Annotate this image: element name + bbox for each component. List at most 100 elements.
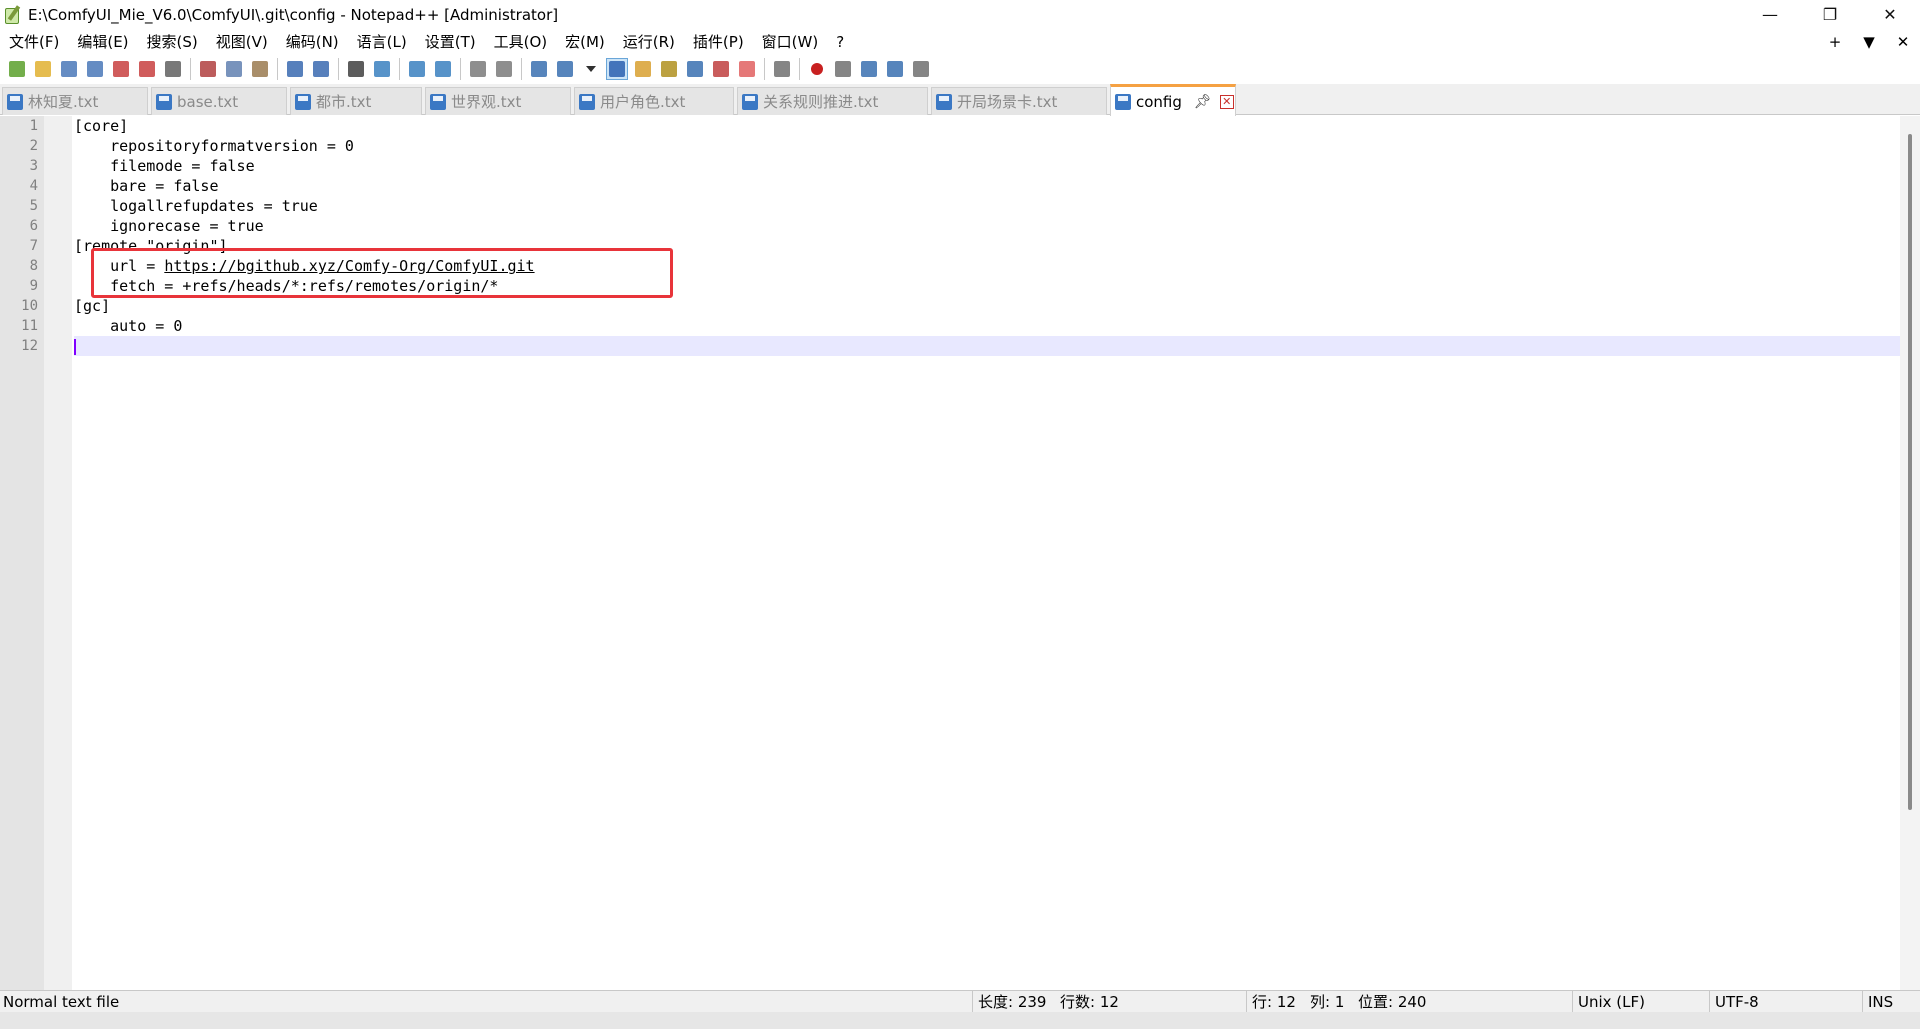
tab-config[interactable]: config 📌︎ ✕ (1110, 84, 1236, 116)
toolbar-separator (799, 58, 800, 80)
line-number-gutter: 1 2 3 4 5 6 7 8 9 10 11 12 (0, 116, 72, 990)
fold-margin[interactable] (44, 116, 72, 990)
new-tab-button[interactable]: + (1818, 33, 1852, 51)
menu-macro[interactable]: 宏(M) (556, 31, 614, 52)
copy-icon-glyph (226, 61, 242, 77)
new-file-icon[interactable] (6, 58, 28, 80)
word-wrap-icon[interactable] (528, 58, 550, 80)
close-icon[interactable] (110, 58, 132, 80)
find-icon-glyph (348, 61, 364, 77)
pin-icon[interactable]: 📌︎ (1194, 94, 1212, 110)
line-number: 11 (21, 318, 38, 334)
tab-label: 开局场景卡.txt (957, 93, 1058, 111)
save-macro-icon[interactable] (910, 58, 932, 80)
menu-edit[interactable]: 编辑(E) (68, 31, 137, 52)
code-line: ignorecase = true (74, 217, 264, 235)
tab-yonghujuese[interactable]: 用户角色.txt (574, 87, 734, 115)
menu-encoding[interactable]: 编码(N) (277, 31, 348, 52)
folder-workspace-icon[interactable] (710, 58, 732, 80)
zoom-out-icon-glyph (435, 61, 451, 77)
code-line: [gc] (74, 297, 111, 315)
tab-kaijuchangjing[interactable]: 开局场景卡.txt (931, 87, 1107, 115)
menu-view[interactable]: 视图(V) (207, 31, 277, 52)
tab-guanxiguize[interactable]: 关系规则推进.txt (737, 87, 928, 115)
run-macro-multiple-icon[interactable] (884, 58, 906, 80)
tab-base[interactable]: base.txt (151, 87, 287, 115)
close-tab-icon[interactable]: ✕ (1219, 94, 1234, 109)
undo-icon-glyph (287, 61, 303, 77)
status-pos: 位置: 240 (1358, 993, 1427, 1011)
cut-icon-glyph (200, 61, 216, 77)
code-text[interactable]: [core] repositoryformatversion = 0 filem… (74, 116, 1900, 356)
status-row: 行: 12 (1246, 991, 1296, 1013)
status-encoding[interactable]: UTF-8 (1709, 991, 1759, 1013)
redo-icon[interactable] (310, 58, 332, 80)
status-eol[interactable]: Unix (LF) (1572, 991, 1645, 1013)
cut-icon[interactable] (197, 58, 219, 80)
menu-settings[interactable]: 设置(T) (416, 31, 485, 52)
line-number: 2 (29, 138, 38, 154)
doc-map-icon-glyph (661, 61, 677, 77)
save-all-icon-glyph (87, 61, 103, 77)
doc-map-icon[interactable] (658, 58, 680, 80)
replace-icon[interactable] (371, 58, 393, 80)
document-list-icon-glyph (687, 61, 703, 77)
close-all-icon[interactable] (136, 58, 158, 80)
stop-macro-icon[interactable] (832, 58, 854, 80)
function-list-icon[interactable] (632, 58, 654, 80)
menu-right-controls: + ▼ ✕ (1818, 29, 1920, 54)
close-icon-glyph (113, 61, 129, 77)
menu-tools[interactable]: 工具(O) (485, 31, 557, 52)
menu-help[interactable]: ? (827, 33, 853, 51)
saved-file-icon (742, 93, 758, 110)
document-list-icon[interactable] (684, 58, 706, 80)
sync-horizontal-icon[interactable] (493, 58, 515, 80)
undo-icon[interactable] (284, 58, 306, 80)
maximize-button[interactable]: ❐ (1800, 0, 1860, 29)
print-icon[interactable] (162, 58, 184, 80)
sync-vertical-icon[interactable] (467, 58, 489, 80)
stop-macro-icon-glyph (835, 61, 851, 77)
record-macro-icon[interactable] (806, 58, 828, 80)
tab-list-dropdown[interactable]: ▼ (1852, 33, 1886, 51)
menu-plugins[interactable]: 插件(P) (684, 31, 753, 52)
tab-label: 用户角色.txt (600, 93, 686, 111)
record-macro-icon-glyph (811, 63, 823, 75)
tab-dushi[interactable]: 都市.txt (290, 87, 422, 115)
copy-icon[interactable] (223, 58, 245, 80)
zoom-out-icon[interactable] (432, 58, 454, 80)
zoom-in-icon[interactable] (406, 58, 428, 80)
menu-window[interactable]: 窗口(W) (753, 31, 828, 52)
show-all-chars-icon[interactable] (554, 58, 576, 80)
code-line: logallrefupdates = true (74, 197, 318, 215)
menu-search[interactable]: 搜索(S) (138, 31, 207, 52)
saved-file-icon (430, 93, 446, 110)
menu-run[interactable]: 运行(R) (614, 31, 684, 52)
close-document-button[interactable]: ✕ (1886, 33, 1920, 51)
open-file-icon[interactable] (32, 58, 54, 80)
replace-icon-glyph (374, 61, 390, 77)
tab-shijieguan[interactable]: 世界观.txt (425, 87, 571, 115)
status-mode[interactable]: INS (1862, 991, 1893, 1013)
close-window-button[interactable]: ✕ (1860, 0, 1920, 29)
paste-icon[interactable] (249, 58, 271, 80)
print-icon-glyph (165, 61, 181, 77)
eye-icon-glyph (774, 61, 790, 77)
eye-icon[interactable] (771, 58, 793, 80)
minimize-button[interactable]: — (1740, 0, 1800, 29)
scrollbar-thumb[interactable] (1908, 134, 1912, 810)
dropdown-icon[interactable] (580, 58, 602, 80)
show-all-chars-icon-glyph (557, 61, 573, 77)
vertical-scrollbar[interactable] (1900, 116, 1920, 990)
indent-guide-icon[interactable] (606, 58, 628, 80)
play-macro-icon[interactable] (858, 58, 880, 80)
menu-language[interactable]: 语言(L) (348, 31, 416, 52)
monitoring-icon[interactable] (736, 58, 758, 80)
tab-linzhixia[interactable]: 林知夏.txt (2, 87, 148, 115)
save-icon[interactable] (58, 58, 80, 80)
line-number: 12 (21, 338, 38, 354)
menu-file[interactable]: 文件(F) (0, 31, 68, 52)
find-icon[interactable] (345, 58, 367, 80)
save-all-icon[interactable] (84, 58, 106, 80)
editor-area[interactable]: 1 2 3 4 5 6 7 8 9 10 11 12 [core] reposi… (0, 116, 1920, 990)
